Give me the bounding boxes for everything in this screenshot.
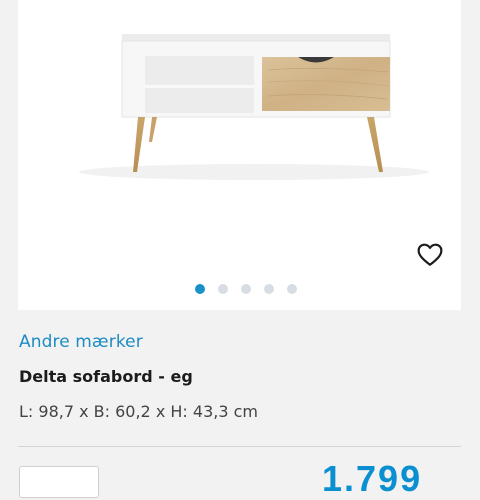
product-image [79, 34, 429, 180]
gallery-pagination [6, 284, 480, 294]
product-dimensions: L: 98,7 x B: 60,2 x H: 43,3 cm [19, 402, 258, 421]
quantity-selector[interactable] [19, 466, 99, 498]
gallery-dot-4[interactable] [264, 284, 274, 294]
gallery-dot-1[interactable] [195, 284, 205, 294]
heart-outline-icon [417, 243, 443, 266]
divider [18, 446, 461, 447]
gallery-dot-3[interactable] [241, 284, 251, 294]
product-image-card[interactable] [18, 0, 461, 310]
gallery-dot-5[interactable] [287, 284, 297, 294]
gallery-dot-2[interactable] [218, 284, 228, 294]
wishlist-button[interactable] [415, 240, 445, 270]
product-title: Delta sofabord - eg [19, 367, 193, 386]
product-price: 1.799 [322, 458, 423, 499]
brand-link[interactable]: Andre mærker [19, 332, 143, 352]
